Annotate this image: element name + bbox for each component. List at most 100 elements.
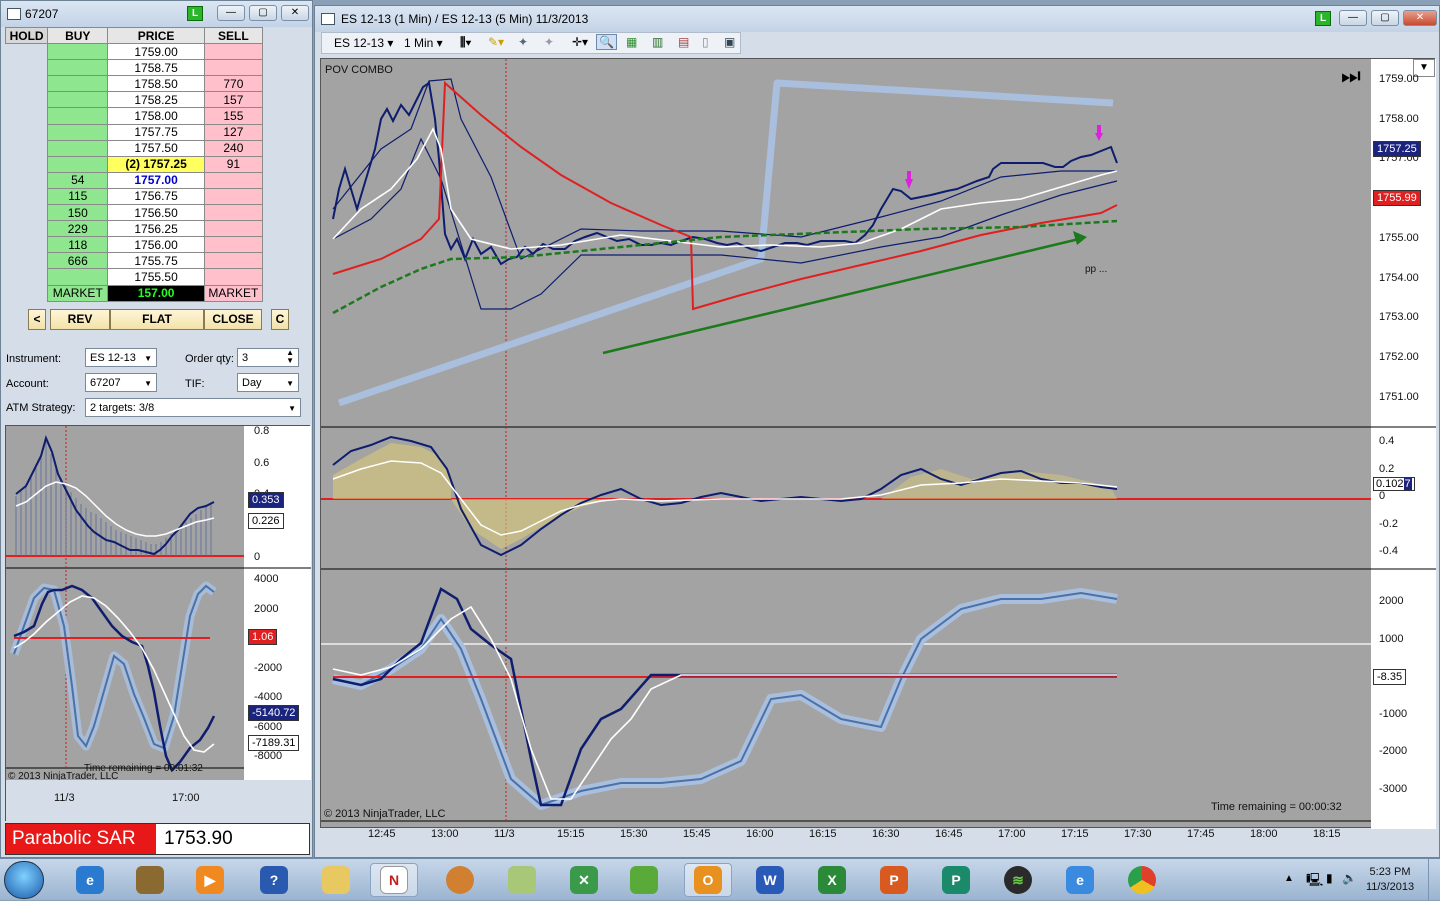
signal-tray-icon[interactable]: ▮ (1326, 871, 1333, 885)
buy-cell[interactable] (47, 91, 109, 109)
price-cell[interactable]: 1758.25 (107, 91, 205, 109)
rev-button[interactable]: REV (50, 309, 110, 330)
sell-market-button[interactable]: MARKET (203, 284, 264, 302)
templates-icon[interactable]: ▤ (678, 35, 689, 49)
sell-cell[interactable] (203, 187, 264, 206)
price-cell[interactable]: 1757.50 (107, 139, 205, 157)
ninjatrader-taskbar-button[interactable]: N (370, 863, 418, 897)
buy-cell[interactable] (47, 75, 109, 93)
price-cell[interactable]: 1755.75 (107, 252, 205, 270)
pin-icon[interactable]: ✦ (518, 35, 528, 49)
interval-dropdown[interactable]: 1 Min ▾ (404, 36, 443, 50)
network-tray-icon[interactable]: 🖳 (1306, 871, 1323, 893)
bar-type-icon[interactable]: ⫼▾ (460, 35, 471, 50)
close-position-button[interactable]: CLOSE (204, 309, 262, 330)
teamviewer-taskbar-button[interactable]: ? (250, 863, 298, 897)
chrome-taskbar-button[interactable] (1118, 863, 1166, 897)
game-taskbar-button[interactable] (126, 863, 174, 897)
zoom-icon[interactable]: 🔍 (596, 34, 617, 50)
buy-cell[interactable] (47, 59, 109, 77)
buy-cell[interactable] (47, 107, 109, 125)
ie2-taskbar-button[interactable]: e (1056, 863, 1104, 897)
price-cell[interactable]: 1757.00 (107, 171, 205, 189)
buy-cell[interactable]: 666 (47, 252, 109, 270)
price-cell[interactable]: 1758.50 (107, 75, 205, 93)
puzzle-taskbar-button[interactable] (620, 863, 668, 897)
price-cell[interactable]: 1758.75 (107, 59, 205, 77)
price-cell[interactable]: 1756.75 (107, 187, 205, 206)
left-arrow-button[interactable]: < (28, 309, 46, 330)
link-badge[interactable]: L (187, 6, 203, 21)
account-select[interactable]: 67207 ▼ (85, 373, 157, 392)
price-cell[interactable]: 1758.00 (107, 107, 205, 125)
order-qty-stepper[interactable]: 3 ▲ ▼ (237, 348, 299, 367)
tif-select[interactable]: Day ▼ (237, 373, 299, 392)
buy-market-button[interactable]: MARKET (47, 284, 109, 302)
sell-cell[interactable]: 240 (203, 139, 264, 157)
instrument-select[interactable]: ES 12-13 ▼ (85, 348, 157, 367)
sell-cell[interactable] (203, 268, 264, 286)
buy-cell[interactable]: 150 (47, 204, 109, 222)
price-cell[interactable]: (2) 1757.25 (107, 155, 205, 173)
spotify-taskbar-button[interactable]: ≋ (994, 863, 1042, 897)
publisher-taskbar-button[interactable]: P (932, 863, 980, 897)
instrument-dropdown[interactable]: ES 12-13 ▾ (334, 36, 393, 50)
outlook-taskbar-button[interactable]: O (684, 863, 732, 897)
maximize-button[interactable]: ▢ (1371, 10, 1399, 26)
price-panel[interactable]: POV COMBO pp ... ⏭ ▼ 1759.00 1758.00 1757.… (320, 58, 1436, 829)
explorer-taskbar-button[interactable] (312, 863, 360, 897)
sell-cell[interactable] (203, 204, 264, 222)
sell-cell[interactable] (203, 43, 264, 61)
maximize-button[interactable]: ▢ (249, 5, 277, 21)
network-taskbar-button[interactable]: ✕ (560, 863, 608, 897)
sell-cell[interactable]: 157 (203, 91, 264, 109)
close-button[interactable]: ✕ (281, 5, 309, 21)
price-cell[interactable]: 1757.75 (107, 123, 205, 141)
buy-cell[interactable] (47, 139, 109, 157)
volume-tray-icon[interactable]: 🔈 (1342, 871, 1357, 885)
sell-cell[interactable]: 91 (203, 155, 264, 173)
link-badge[interactable]: L (1315, 11, 1331, 26)
sell-cell[interactable] (203, 252, 264, 270)
buy-cell[interactable] (47, 43, 109, 61)
buy-cell[interactable]: 54 (47, 171, 109, 189)
word-taskbar-button[interactable]: W (746, 863, 794, 897)
price-cell[interactable]: 1755.50 (107, 268, 205, 286)
atm-strategy-select[interactable]: 2 targets: 3/8 ▼ (85, 398, 301, 417)
flat-button[interactable]: FLAT (110, 309, 204, 330)
minimize-button[interactable]: — (217, 5, 245, 21)
buy-cell[interactable] (47, 155, 109, 173)
price-cell[interactable]: 1759.00 (107, 43, 205, 61)
clock[interactable]: 5:23 PM 11/3/2013 (1358, 865, 1422, 895)
show-desktop-button[interactable] (1428, 859, 1440, 901)
sell-cell[interactable] (203, 59, 264, 77)
excel-taskbar-button[interactable]: X (808, 863, 856, 897)
pin-off-icon[interactable]: ✦ (544, 35, 554, 49)
price-cell[interactable]: 1756.00 (107, 236, 205, 254)
strategies-icon[interactable]: ▥ (652, 35, 663, 49)
sell-cell[interactable]: 770 (203, 75, 264, 93)
mini-chart[interactable]: 0.80.60.40.20 400020000-2000-4000-6000-8… (5, 425, 311, 822)
properties-icon[interactable]: ▣ (724, 35, 735, 49)
price-cell[interactable]: 1756.25 (107, 220, 205, 238)
buy-cell[interactable]: 118 (47, 236, 109, 254)
skip-to-end-icon[interactable]: ⏭ (1341, 65, 1361, 87)
pencil-icon[interactable]: ✎▾ (488, 35, 504, 49)
minimize-button[interactable]: — (1339, 10, 1367, 26)
close-button[interactable]: ✕ (1403, 10, 1437, 26)
cancel-orders-button[interactable]: C (271, 309, 289, 330)
sell-cell[interactable]: 155 (203, 107, 264, 125)
tray-expand-icon[interactable]: ▲ (1284, 873, 1294, 884)
media-player-taskbar-button[interactable]: ▶ (186, 863, 234, 897)
compass-taskbar-button[interactable] (436, 863, 484, 897)
price-cell[interactable]: 1756.50 (107, 204, 205, 222)
notepad-taskbar-button[interactable] (498, 863, 546, 897)
sell-cell[interactable] (203, 171, 264, 189)
data-box-icon[interactable]: ▯ (702, 35, 709, 49)
buy-cell[interactable]: 229 (47, 220, 109, 238)
start-button[interactable] (4, 861, 44, 899)
sell-cell[interactable] (203, 220, 264, 238)
buy-cell[interactable]: 115 (47, 187, 109, 206)
sell-cell[interactable]: 127 (203, 123, 264, 141)
buy-cell[interactable] (47, 268, 109, 286)
